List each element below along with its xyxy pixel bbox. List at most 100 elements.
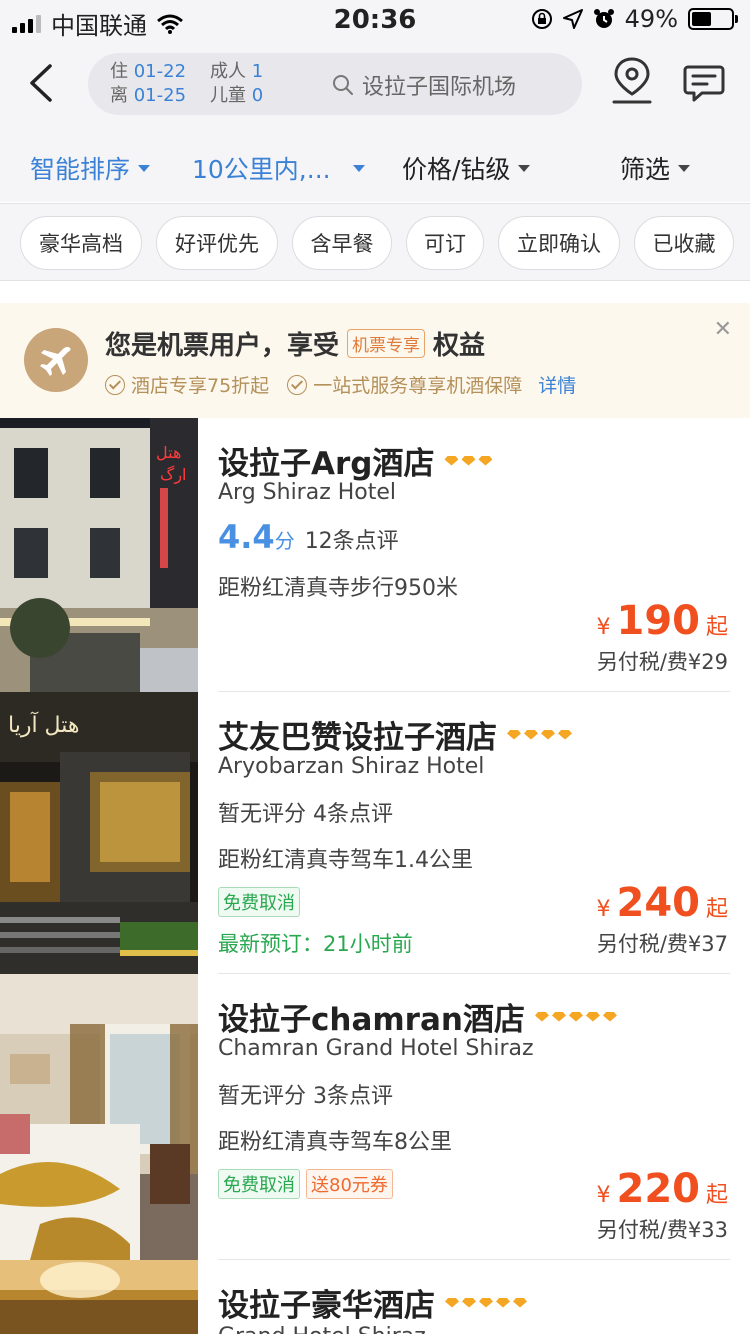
battery-percent: 49%	[624, 5, 678, 33]
score-unit: 分	[274, 529, 295, 553]
promo-benefit: 一站式服务尊享机酒保障	[313, 375, 523, 397]
hotel-card[interactable]: هتل آریا 艾友巴赞设拉子酒店 Aryobarzan Shiraz Hot…	[0, 692, 750, 974]
checkin-label: 住	[110, 61, 128, 82]
children-count: 0	[251, 85, 264, 106]
promo-benefits: 酒店专享75折起 一站式服务尊享机酒保障 详情	[105, 371, 576, 398]
children-label: 儿童	[210, 85, 246, 106]
chevron-down-icon	[352, 164, 365, 172]
quick-filter-chip[interactable]: 含早餐	[292, 216, 392, 270]
status-right: 49%	[531, 5, 738, 33]
status-bar: 中国联通 20:36 49%	[0, 0, 750, 40]
price-box: ¥240 起 另付税/费¥37	[596, 880, 728, 958]
search-box[interactable]: 住 01-22 离 01-25 成人 1 儿童 0 设拉子国际机场	[88, 53, 582, 115]
sort-bar: 智能排序 10公里内,... 价格/钻级 筛选	[0, 130, 750, 202]
date-range[interactable]: 住 01-22 离 01-25	[110, 60, 186, 108]
flight-user-promo-banner[interactable]: 您是机票用户，享受 机票专享 权益 酒店专享75折起 一站式服务尊享机酒保障 详…	[0, 303, 750, 418]
hotel-name: 设拉子豪华酒店	[218, 1280, 527, 1325]
hotel-info: 艾友巴赞设拉子酒店 Aryobarzan Shiraz Hotel 暂无评分 4…	[218, 692, 730, 974]
svg-text:هتل آریا: هتل آریا	[8, 711, 79, 738]
message-icon[interactable]	[682, 62, 726, 106]
hotel-info: 设拉子chamran酒店 Chamran Grand Hotel Shiraz …	[218, 974, 730, 1260]
guest-count[interactable]: 成人 1 儿童 0	[210, 60, 263, 108]
hotel-info: 设拉子Arg酒店 Arg Shiraz Hotel 4.4分 12条点评 距粉红清…	[218, 418, 730, 692]
hotel-tags: 免费取消	[218, 887, 306, 917]
rating-row: 4.4分 12条点评	[218, 518, 399, 556]
smart-sort-dropdown[interactable]: 智能排序	[30, 150, 151, 186]
hotel-english-name: Grand Hotel Shiraz	[218, 1324, 426, 1334]
coupon-tag: 送80元券	[306, 1169, 393, 1199]
hotel-card[interactable]: 设拉子chamran酒店 Chamran Grand Hotel Shiraz …	[0, 974, 750, 1260]
hotel-photo	[0, 974, 198, 1260]
checkin-date: 01-22	[133, 61, 187, 82]
quick-filter-chip[interactable]: 豪华高档	[20, 216, 142, 270]
rating-text: 暂无评分	[218, 1084, 307, 1109]
quick-filter-bar: 豪华高档 好评优先 含早餐 可订 立即确认 已收藏	[0, 203, 750, 281]
tax-fee: 另付税/费¥29	[596, 650, 728, 674]
price-value: 240	[616, 880, 700, 926]
promo-badge: 机票专享	[347, 329, 426, 358]
chevron-down-icon	[138, 164, 151, 172]
close-icon[interactable]: ✕	[714, 317, 732, 342]
quick-filter-chip[interactable]: 好评优先	[156, 216, 278, 270]
price-suffix: 起	[705, 615, 728, 640]
currency-symbol: ¥	[596, 615, 611, 640]
svg-text:ارگ: ارگ	[160, 465, 187, 485]
check-circle-icon	[105, 374, 125, 395]
hotel-score: 4.4	[218, 518, 275, 556]
promo-title-prefix: 您是机票用户，享受	[105, 331, 340, 361]
review-count: 4条点评	[313, 802, 394, 827]
hotel-price: ¥190 起	[596, 598, 728, 644]
filter-dropdown[interactable]: 筛选	[620, 150, 691, 186]
adults-label: 成人	[210, 61, 246, 82]
hotel-name-text: 设拉子chamran酒店	[218, 1002, 525, 1038]
price-suffix: 起	[705, 1183, 728, 1208]
rating-text: 暂无评分	[218, 802, 307, 827]
hotel-english-name: Chamran Grand Hotel Shiraz	[218, 1036, 534, 1061]
price-box: ¥190 起 另付税/费¥29	[596, 598, 728, 676]
rating-row: 暂无评分 4条点评	[218, 796, 393, 828]
hotel-name-text: 设拉子豪华酒店	[218, 1288, 435, 1324]
checkout-label: 离	[110, 85, 128, 106]
price-box: ¥220 起 另付税/费¥33	[596, 1166, 728, 1244]
back-icon[interactable]	[22, 60, 62, 106]
hotel-info: 设拉子豪华酒店 Grand Hotel Shiraz	[218, 1260, 730, 1334]
hotel-distance: 距粉红清真寺驾车1.4公里	[218, 848, 473, 873]
checkout-date: 01-25	[133, 85, 187, 106]
hotel-card[interactable]: هتل ارگ 设拉子Arg酒店 Arg Shiraz Hotel 4.4分 12…	[0, 418, 750, 692]
price-value: 190	[616, 598, 700, 644]
hotel-name: 设拉子chamran酒店	[218, 994, 617, 1039]
currency-symbol: ¥	[596, 1183, 611, 1208]
search-input[interactable]: 设拉子国际机场	[332, 69, 516, 101]
promo-title: 您是机票用户，享受 机票专享 权益	[105, 325, 485, 362]
filter-label: 筛选	[620, 155, 671, 184]
map-pin-icon[interactable]	[610, 56, 654, 106]
tax-fee: 另付税/费¥33	[596, 1218, 728, 1242]
hotel-photo	[0, 1260, 198, 1334]
battery-fill	[692, 12, 711, 26]
diamond-rating-icon	[444, 455, 493, 466]
alarm-icon	[593, 9, 614, 28]
battery-icon	[688, 8, 738, 30]
quick-filter-chip[interactable]: 立即确认	[498, 216, 620, 270]
price-level-dropdown[interactable]: 价格/钻级	[402, 150, 531, 186]
diamond-rating-icon	[445, 1297, 527, 1308]
hotel-photo: هتل آریا	[0, 692, 198, 974]
smart-sort-label: 智能排序	[30, 155, 131, 184]
location-arrow-icon	[562, 9, 583, 29]
hotel-price: ¥240 起	[596, 880, 728, 926]
search-icon	[333, 75, 353, 95]
hotel-card[interactable]: 设拉子豪华酒店 Grand Hotel Shiraz	[0, 1260, 750, 1334]
chevron-down-icon	[518, 164, 531, 172]
rating-row: 暂无评分 3条点评	[218, 1078, 393, 1110]
hotel-english-name: Arg Shiraz Hotel	[218, 480, 397, 505]
distance-dropdown[interactable]: 10公里内,...	[192, 150, 365, 186]
promo-title-suffix: 权益	[433, 331, 486, 361]
hotel-name: 艾友巴赞设拉子酒店	[218, 712, 572, 757]
price-value: 220	[616, 1166, 700, 1212]
check-circle-icon	[287, 374, 308, 395]
recent-booking: 最新预订：21小时前	[218, 932, 413, 956]
promo-detail-link[interactable]: 详情	[538, 371, 576, 398]
svg-text:هتل: هتل	[156, 443, 181, 462]
quick-filter-chip[interactable]: 已收藏	[634, 216, 734, 270]
quick-filter-chip[interactable]: 可订	[406, 216, 484, 270]
